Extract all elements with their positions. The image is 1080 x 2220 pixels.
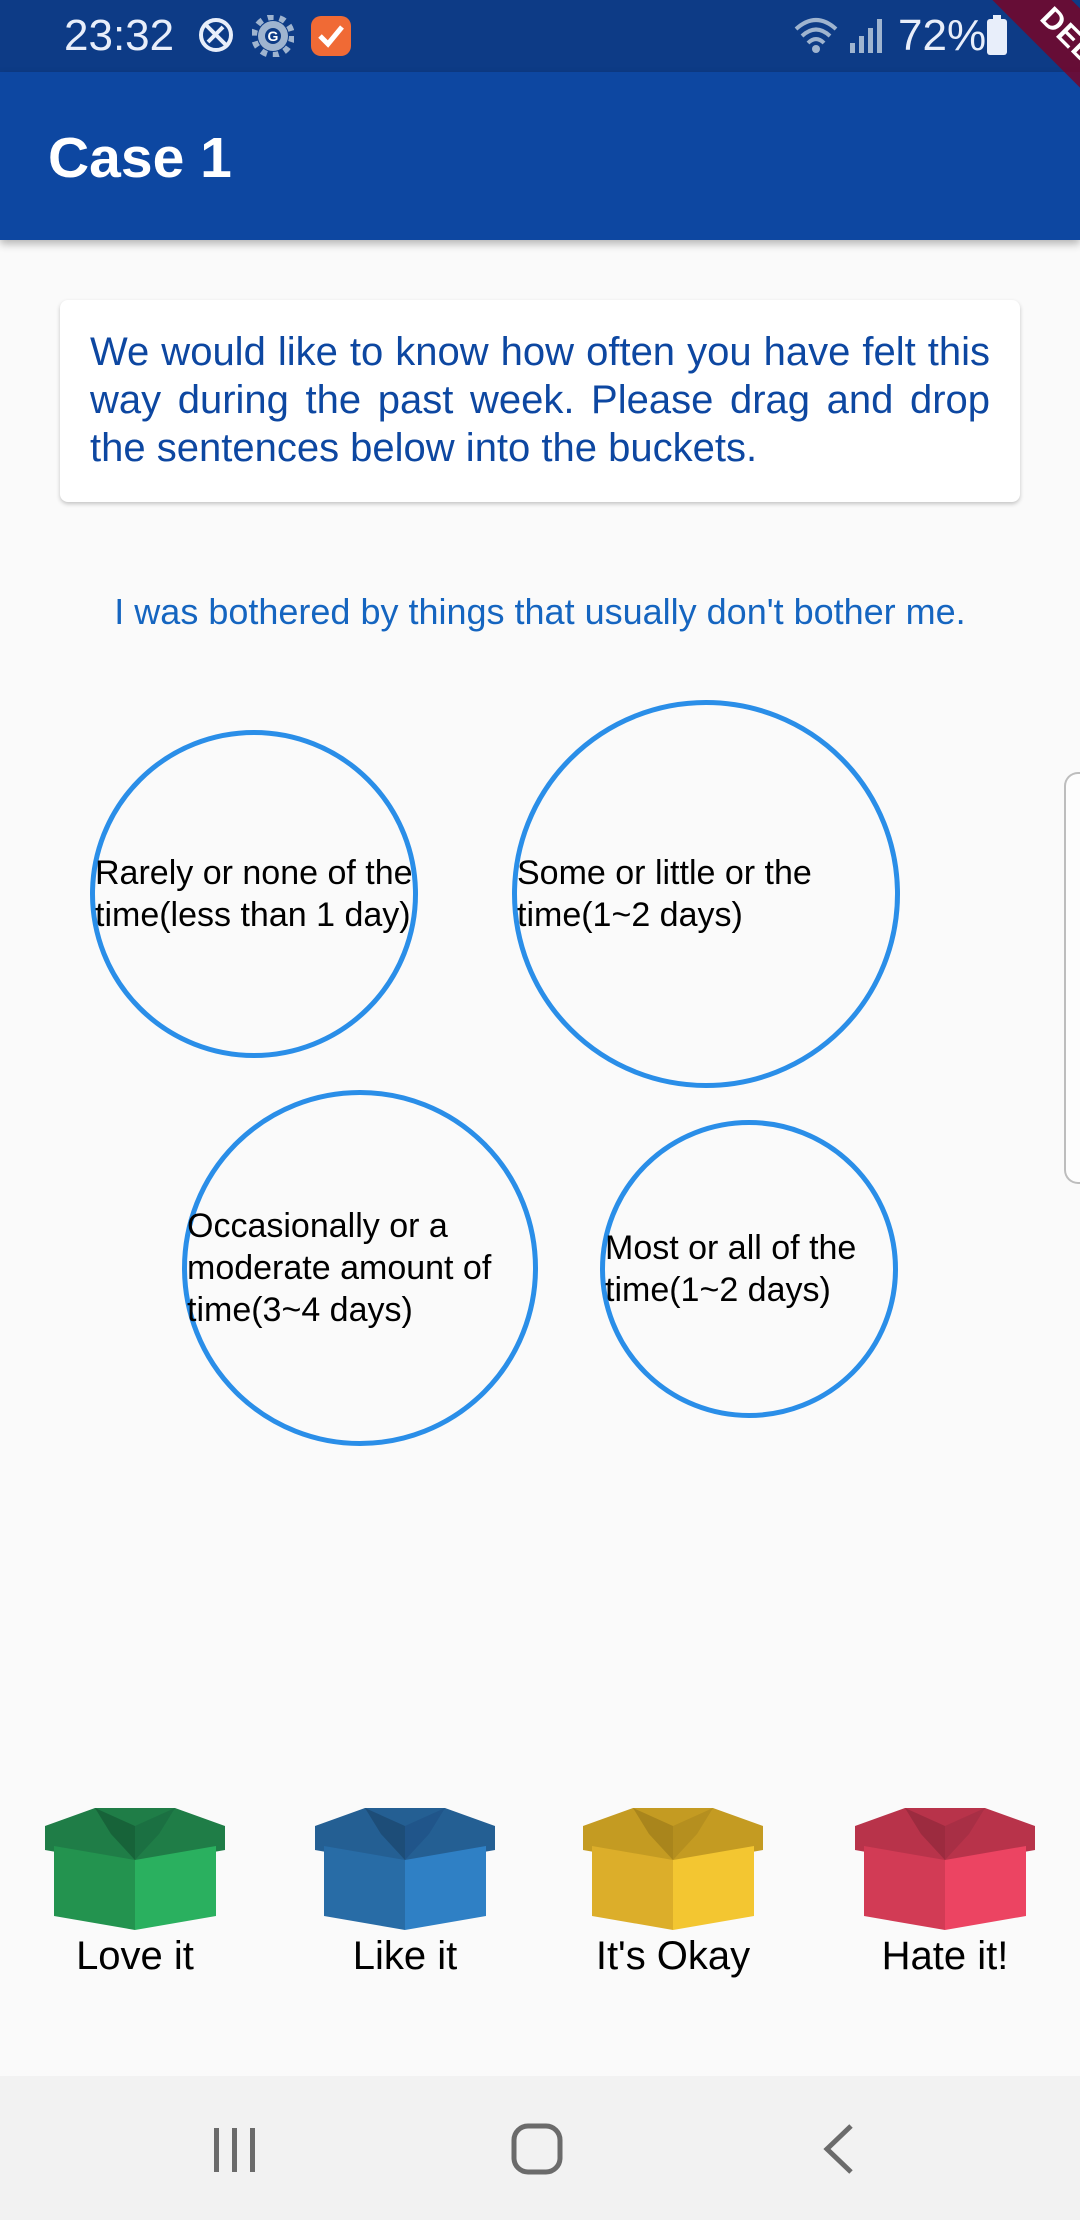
yellow-box-icon (583, 1808, 763, 1930)
status-bar: 23:32 G 72% (0, 0, 1080, 72)
sync-disabled-icon (196, 15, 236, 60)
status-time: 23:32 (64, 11, 175, 60)
answer-bubble-most[interactable]: Most or all of the time(1~2 days) (600, 1120, 898, 1418)
instruction-text: We would like to know how often you have… (90, 330, 990, 470)
red-box-icon (855, 1808, 1035, 1930)
bubble-label: Occasionally or a moderate amount of tim… (187, 1207, 492, 1329)
question-text: I was bothered by things that usually do… (114, 591, 966, 632)
bucket-label: It's Okay (595, 1934, 751, 1978)
blue-box-icon (315, 1808, 495, 1930)
system-nav-bar (0, 2076, 1080, 2220)
wifi-icon (792, 15, 840, 60)
side-scroll-handle[interactable] (1064, 772, 1080, 1184)
bucket-label: Love it (76, 1934, 194, 1978)
home-icon[interactable] (502, 2114, 572, 2184)
bucket-its-okay[interactable]: It's Okay (573, 1800, 773, 1990)
signal-icon (848, 15, 888, 60)
bucket-label: Like it (352, 1934, 458, 1978)
bucket-like-it[interactable]: Like it (305, 1800, 505, 1990)
bucket-hate-it[interactable]: Hate it! (845, 1800, 1045, 1990)
bucket-love-it[interactable]: Love it (35, 1800, 235, 1990)
answer-bubble-occasionally[interactable]: Occasionally or a moderate amount of tim… (182, 1090, 538, 1446)
notification-app-icon (310, 15, 352, 62)
bubble-label: Some or little or the time(1~2 days) (517, 854, 812, 934)
green-box-icon (45, 1808, 225, 1930)
battery-icon (985, 15, 1009, 62)
answer-bubble-rarely[interactable]: Rarely or none of the time(less than 1 d… (90, 730, 418, 1058)
svg-text:G: G (268, 28, 279, 44)
app-bar: Case 1 (0, 72, 1080, 240)
bubble-label: Rarely or none of the time(less than 1 d… (95, 854, 413, 934)
page-title: Case 1 (48, 126, 232, 190)
bubble-label: Most or all of the time(1~2 days) (605, 1229, 857, 1309)
instruction-card: We would like to know how often you have… (60, 300, 1020, 502)
answer-bubble-some[interactable]: Some or little or the time(1~2 days) (512, 700, 900, 1088)
bucket-label: Hate it! (881, 1934, 1009, 1978)
recent-apps-icon[interactable] (200, 2114, 270, 2184)
back-icon[interactable] (805, 2114, 875, 2184)
gear-icon: G (251, 14, 295, 62)
battery-percent: 72% (898, 11, 987, 60)
